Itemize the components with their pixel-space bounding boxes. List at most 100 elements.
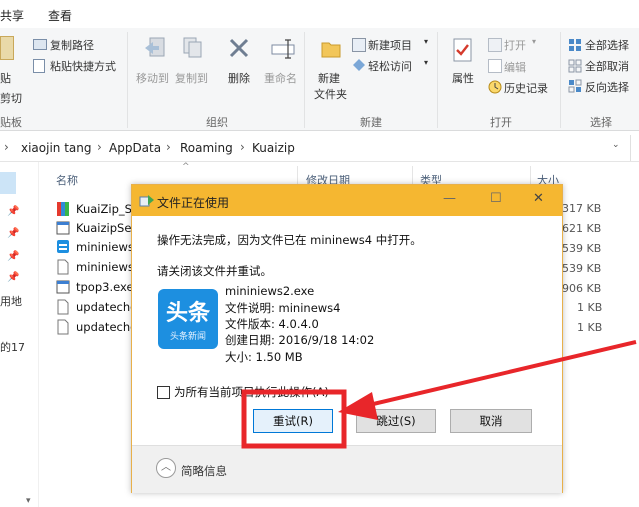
file-size-detail: 大小: 1.50 MB: [225, 350, 303, 364]
delete-button[interactable]: 删除: [228, 70, 250, 86]
select-all-button[interactable]: 全部选择: [585, 37, 629, 53]
navigation-pane: 📌 📌 📌 📌 用地 的17 ▾: [0, 162, 39, 507]
chevron-right-icon: ›: [4, 140, 9, 154]
address-bar[interactable]: › xiaojin tang › AppData › Roaming › Kua…: [0, 135, 639, 162]
organize-group-label: 组织: [206, 116, 228, 129]
ribbon-tabs: 共享 查看: [0, 0, 639, 29]
ribbon: 贴 剪切 复制路径 粘贴快捷方式 贴板 移动到 复制到 删除 重命名 组织 新建…: [0, 28, 639, 131]
file-icon: [56, 259, 70, 275]
column-header-name[interactable]: 名称: [56, 172, 78, 188]
new-folder-icon: [320, 37, 342, 61]
sort-arrow-icon: ^: [182, 162, 190, 172]
copy-to-button[interactable]: 复制到: [175, 70, 208, 86]
file-row[interactable]: mininiews: [56, 258, 136, 277]
divider: [560, 32, 561, 128]
file-created-date: 创建日期: 2016/9/18 14:02: [225, 333, 375, 347]
file-size: 621 KB: [562, 222, 602, 235]
paste-icon: [0, 36, 14, 60]
new-item-button[interactable]: 新建项目: [368, 37, 412, 53]
tab-view[interactable]: 查看: [48, 7, 72, 24]
file-name: KuaizipSe: [76, 221, 132, 235]
breadcrumb-item[interactable]: xiaojin tang: [21, 141, 92, 155]
toutiao-app-icon: 头条 头条新闻: [158, 289, 218, 349]
new-folder-button-line2: 文件夹: [314, 88, 347, 101]
dialog-instruction: 请关闭该文件并重试。: [157, 264, 272, 278]
pin-icon[interactable]: 📌: [7, 228, 19, 239]
invert-selection-button[interactable]: 反向选择: [585, 79, 629, 95]
apply-to-all-checkbox[interactable]: [157, 386, 170, 399]
new-group-label: 新建: [360, 116, 382, 129]
chevron-down-icon[interactable]: ▾: [424, 58, 428, 67]
cut-button[interactable]: 剪切: [0, 90, 22, 106]
properties-button[interactable]: 属性: [452, 70, 474, 86]
fewer-details-link[interactable]: 简略信息: [181, 463, 227, 479]
edit-icon: [488, 59, 502, 73]
tab-share[interactable]: 共享: [0, 7, 24, 24]
chevron-right-icon: ›: [166, 140, 171, 154]
retry-button[interactable]: 重试(R): [253, 409, 333, 433]
file-name: mininiews: [76, 240, 134, 254]
chevron-down-icon[interactable]: ▾: [424, 37, 428, 46]
cancel-button[interactable]: 取消: [450, 409, 532, 433]
skip-button[interactable]: 跳过(S): [356, 409, 436, 433]
history-icon: [488, 80, 502, 94]
exe-icon: [56, 220, 70, 236]
dialog-title-bar[interactable]: 文件正在使用 — ☐ ✕: [132, 185, 562, 216]
app-icon-subtext: 头条新闻: [169, 332, 206, 342]
file-size: 1 KB: [577, 321, 603, 334]
nav-item-label[interactable]: 的17: [0, 339, 25, 355]
kuaizip-icon: [56, 201, 70, 217]
file-row[interactable]: tpop3.exe: [56, 278, 136, 297]
select-none-icon: [568, 59, 582, 73]
chevron-down-icon[interactable]: ⌄: [612, 140, 620, 150]
move-to-button[interactable]: 移动到: [136, 70, 169, 86]
file-name-detail: mininiews2.exe: [225, 284, 315, 298]
easy-access-icon: [352, 58, 365, 71]
nav-item-label[interactable]: 用地: [0, 293, 22, 309]
pin-icon[interactable]: 📌: [7, 251, 19, 262]
exe-icon: [56, 279, 70, 295]
chevron-up-icon[interactable]: ︿: [156, 458, 176, 478]
edit-button[interactable]: 编辑: [504, 59, 526, 75]
scroll-down-arrow[interactable]: ▾: [26, 496, 31, 506]
close-icon[interactable]: ✕: [533, 191, 544, 206]
maximize-icon[interactable]: ☐: [490, 191, 502, 206]
file-icon: [56, 299, 70, 315]
toutiao-icon: [56, 239, 70, 255]
file-size: 1 KB: [577, 301, 603, 314]
rename-button[interactable]: 重命名: [264, 70, 297, 86]
breadcrumb-item[interactable]: Kuaizip: [252, 141, 295, 155]
dialog-message: 操作无法完成，因为文件已在 mininews4 中打开。: [157, 233, 422, 247]
history-button[interactable]: 历史记录: [504, 80, 548, 96]
file-size: 906 KB: [562, 282, 602, 295]
file-name: updatecho: [76, 300, 138, 314]
file-row[interactable]: updatecho: [56, 298, 138, 317]
minimize-icon[interactable]: —: [443, 191, 456, 206]
selected-nav-item[interactable]: [0, 172, 16, 194]
chevron-down-icon[interactable]: ▾: [532, 37, 536, 46]
copy-path-button[interactable]: 复制路径: [50, 37, 94, 53]
breadcrumb-item[interactable]: Roaming: [180, 141, 233, 155]
apply-to-all-label[interactable]: 为所有当前项目执行此操作(A): [174, 384, 329, 400]
select-none-button[interactable]: 全部取消: [585, 58, 629, 74]
divider: [630, 135, 631, 161]
select-all-icon: [568, 38, 581, 51]
open-button[interactable]: 打开: [504, 37, 526, 53]
move-to-icon: [144, 36, 165, 58]
file-row[interactable]: mininiews: [56, 238, 136, 257]
paste-shortcut-button[interactable]: 粘贴快捷方式: [50, 58, 116, 74]
file-row[interactable]: KuaizipSe: [56, 219, 136, 238]
file-row[interactable]: updatecho: [56, 318, 137, 337]
new-folder-button[interactable]: 新建: [318, 70, 340, 86]
paste-button[interactable]: 贴: [0, 70, 11, 86]
file-row[interactable]: KuaiZip_S: [56, 200, 136, 219]
pin-icon[interactable]: 📌: [7, 206, 19, 217]
breadcrumb-item[interactable]: AppData: [109, 141, 161, 155]
pin-icon[interactable]: 📌: [7, 272, 19, 283]
select-group-label: 选择: [590, 116, 612, 129]
copy-files-icon: [139, 194, 154, 207]
open-group-label: 打开: [490, 116, 512, 129]
easy-access-button[interactable]: 轻松访问: [368, 58, 412, 74]
clipboard-group-label: 贴板: [0, 116, 22, 129]
file-size: 317 KB: [562, 202, 602, 215]
